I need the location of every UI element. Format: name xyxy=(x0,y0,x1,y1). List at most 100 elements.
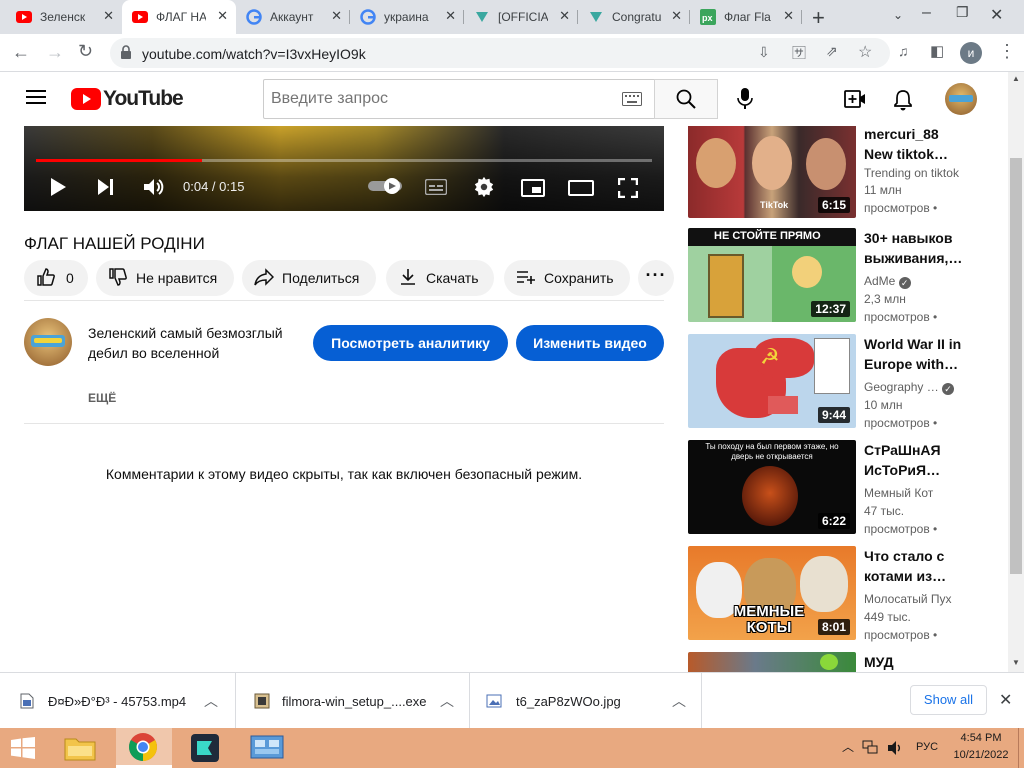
recommended-title[interactable]: СтРаШнАЯ ИсТоРиЯ… xyxy=(864,440,964,480)
recommended-video[interactable]: НЕ СТОЙТЕ ПРЯМО 12:37 30+ навыков выживан… xyxy=(688,228,1008,324)
new-tab-icon[interactable]: + xyxy=(812,5,825,31)
close-window-icon[interactable]: ✕ xyxy=(990,5,1003,25)
browser-tab[interactable]: px Флаг Fla ✕ xyxy=(690,0,802,34)
recommended-channel[interactable]: Trending on tiktok xyxy=(864,164,959,182)
keyboard-icon[interactable] xyxy=(622,92,642,111)
analytics-button[interactable]: Посмотреть аналитику xyxy=(313,325,508,361)
download-item[interactable]: t6_zaP8zWOo.jpg ︿ xyxy=(470,673,702,729)
video-thumbnail[interactable] xyxy=(688,652,856,672)
browser-tab[interactable]: [OFFICIA ✕ xyxy=(464,0,578,34)
recommended-video[interactable]: МУД xyxy=(688,652,1008,672)
close-tab-icon[interactable]: ✕ xyxy=(103,8,114,24)
profile-avatar[interactable]: и xyxy=(960,42,982,64)
video-thumbnail[interactable]: НЕ СТОЙТЕ ПРЯМО 12:37 xyxy=(688,228,856,322)
tab-search-icon[interactable]: ⌄ xyxy=(893,8,903,22)
close-tab-icon[interactable]: ✕ xyxy=(671,8,682,24)
recommended-channel[interactable]: Молосатый Пух xyxy=(864,590,952,608)
network-icon[interactable] xyxy=(862,740,878,759)
download-button[interactable]: Скачать xyxy=(386,260,494,296)
autoplay-toggle[interactable] xyxy=(368,178,404,199)
translate-icon[interactable]: 🈂 xyxy=(792,43,806,63)
recommended-title[interactable]: mercuri_88 New tiktok… xyxy=(864,126,964,164)
video-progress-track[interactable] xyxy=(36,159,652,162)
notifications-bell-icon[interactable] xyxy=(893,89,913,116)
scroll-up-arrow-icon[interactable]: ▲ xyxy=(1012,74,1020,83)
forward-arrow-icon[interactable]: → xyxy=(46,42,64,63)
side-panel-icon[interactable]: ◧ xyxy=(930,42,944,60)
miniplayer-icon[interactable] xyxy=(521,179,545,202)
close-tab-icon[interactable]: ✕ xyxy=(783,8,794,24)
browser-tab[interactable]: Аккаунт ✕ xyxy=(236,0,350,34)
clock-time[interactable]: 4:54 PM xyxy=(958,732,1004,744)
dislike-button[interactable]: Не нравится xyxy=(96,260,234,296)
next-video-icon[interactable] xyxy=(96,178,116,201)
share-button[interactable]: Поделиться xyxy=(242,260,376,296)
browser-tab[interactable]: украина ✕ xyxy=(350,0,464,34)
video-thumbnail[interactable]: МЕМНЫЕ КОТЫ 8:01 xyxy=(688,546,856,640)
recommended-video[interactable]: Ты походу на был первом этаже, но дверь … xyxy=(688,440,1008,536)
microphone-icon[interactable] xyxy=(737,88,753,115)
download-item[interactable]: Ð¤Ð»Ð°Ð³ - 45753.mp4 ︿ xyxy=(0,673,236,729)
close-tab-icon[interactable]: ✕ xyxy=(217,8,228,24)
clock-date[interactable]: 10/21/2022 xyxy=(951,749,1011,761)
scroll-down-arrow-icon[interactable]: ▼ xyxy=(1012,658,1020,667)
chrome-taskbar-button[interactable] xyxy=(116,728,172,768)
video-thumbnail[interactable]: TikTok 6:15 xyxy=(688,126,856,218)
recommended-title[interactable]: 30+ навыков выживания,… xyxy=(864,228,964,268)
channel-avatar[interactable] xyxy=(24,318,72,366)
theater-mode-icon[interactable] xyxy=(568,180,594,201)
control-panel-icon[interactable] xyxy=(250,734,284,767)
show-more-link[interactable]: ЕЩЁ xyxy=(88,391,116,405)
filmora-icon[interactable] xyxy=(190,733,220,768)
chevron-up-icon[interactable]: ︿ xyxy=(672,691,686,711)
address-bar[interactable]: youtube.com/watch?v=I3vxHeyIO9k ⇩ 🈂 ⇗ ☆ xyxy=(110,38,890,68)
subtitles-icon[interactable] xyxy=(424,178,448,200)
page-scrollbar[interactable]: ▲ ▼ xyxy=(1008,72,1024,672)
search-input[interactable]: Введите запрос xyxy=(263,79,655,119)
chevron-up-icon[interactable]: ︿ xyxy=(204,691,218,711)
browser-tab[interactable]: Congratu ✕ xyxy=(578,0,690,34)
back-arrow-icon[interactable]: ← xyxy=(12,42,30,63)
windows-start-icon[interactable] xyxy=(10,737,36,764)
speaker-icon[interactable] xyxy=(887,740,905,761)
youtube-logo[interactable]: YouTube xyxy=(71,87,184,111)
media-control-icon[interactable]: ♫ xyxy=(898,43,909,59)
close-downloads-icon[interactable]: ✕ xyxy=(999,690,1012,710)
chevron-up-icon[interactable]: ︿ xyxy=(440,691,454,711)
close-tab-icon[interactable]: ✕ xyxy=(445,8,456,24)
volume-icon[interactable] xyxy=(143,177,165,202)
show-hidden-icons-icon[interactable]: ︿ xyxy=(842,738,854,755)
video-thumbnail[interactable]: Ты походу на был первом этаже, но дверь … xyxy=(688,440,856,534)
close-tab-icon[interactable]: ✕ xyxy=(331,8,342,24)
minimize-icon[interactable]: – xyxy=(922,4,931,22)
create-video-icon[interactable] xyxy=(844,90,866,113)
file-explorer-icon[interactable] xyxy=(64,735,96,766)
hamburger-menu-icon[interactable] xyxy=(26,89,46,110)
restore-icon[interactable]: ❐ xyxy=(956,4,969,21)
share-icon[interactable]: ⇗ xyxy=(826,43,838,60)
account-avatar[interactable] xyxy=(945,83,977,115)
recommended-title[interactable]: World War II in Europe with… xyxy=(864,334,964,374)
recommended-channel[interactable]: Geography … ✓ xyxy=(864,378,955,396)
input-language[interactable]: РУС xyxy=(916,741,938,753)
video-player[interactable]: 0:04 / 0:15 xyxy=(24,126,664,211)
recommended-channel[interactable]: AdMe ✓ xyxy=(864,272,911,290)
recommended-video[interactable]: МЕМНЫЕ КОТЫ 8:01 Что стало с котами из… М… xyxy=(688,546,1008,642)
recommended-title[interactable]: МУД xyxy=(864,652,964,672)
channel-name[interactable]: Зеленский самый безмозглый дебил во всел… xyxy=(88,323,306,363)
menu-kebab-icon[interactable]: ⋮ xyxy=(998,41,1016,62)
recommended-title[interactable]: Что стало с котами из… xyxy=(864,546,964,586)
like-button[interactable]: 0 xyxy=(24,260,88,296)
reload-icon[interactable]: ↻ xyxy=(78,41,93,62)
show-all-downloads-button[interactable]: Show all xyxy=(910,685,987,715)
install-icon[interactable]: ⇩ xyxy=(758,44,770,61)
fullscreen-icon[interactable] xyxy=(617,177,639,203)
edit-video-button[interactable]: Изменить видео xyxy=(516,325,664,361)
recommended-video[interactable]: TikTok 6:15 mercuri_88 New tiktok… Trendi… xyxy=(688,126,1008,218)
save-button[interactable]: Сохранить xyxy=(504,260,630,296)
recommended-video[interactable]: ☭ 9:44 World War II in Europe with… Geogr… xyxy=(688,334,1008,430)
video-thumbnail[interactable]: ☭ 9:44 xyxy=(688,334,856,428)
browser-tab[interactable]: Зеленск ✕ xyxy=(6,0,122,34)
bookmark-star-icon[interactable]: ☆ xyxy=(858,42,872,62)
download-item[interactable]: filmora-win_setup_....exe ︿ xyxy=(236,673,470,729)
